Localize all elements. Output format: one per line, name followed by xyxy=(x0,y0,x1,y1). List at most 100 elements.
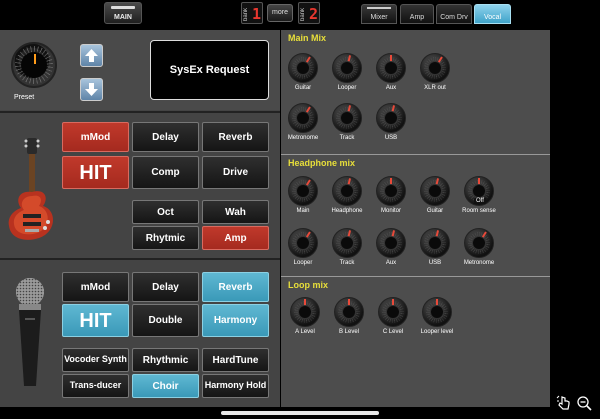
vocal-vocoder-synth-button[interactable]: Vocoder Synth xyxy=(62,348,129,372)
headphone-mix-usb-knob[interactable] xyxy=(420,228,450,258)
guitar-delay-button[interactable]: Delay xyxy=(132,122,199,152)
guitar-amp-button[interactable]: Amp xyxy=(202,226,269,250)
vocal-choir-button[interactable]: Choir xyxy=(132,374,199,398)
main-mix-track-label: Track xyxy=(339,135,355,141)
more-button[interactable]: more xyxy=(267,4,293,22)
cursor-hand-icon[interactable] xyxy=(556,395,572,411)
effects-panel: Preset SysEx Request mMod Delay Reverb H… xyxy=(0,30,280,407)
tab-mixer[interactable]: Mixer xyxy=(361,4,397,24)
knob-cap xyxy=(384,61,398,75)
knob-cap xyxy=(430,305,444,319)
bank-2-number: 2 xyxy=(308,5,318,23)
knob-cap xyxy=(472,184,486,198)
knob-cap xyxy=(340,61,354,75)
vocal-delay-button[interactable]: Delay xyxy=(132,272,199,302)
loop-mix-looper-level-label: Looper level xyxy=(420,329,454,335)
main-mix-looper-label: Looper xyxy=(337,85,357,91)
tab-vocal[interactable]: Vocal xyxy=(474,4,511,24)
vocal-double-button[interactable]: Double xyxy=(132,304,199,337)
loop-mix-b-level-label: B Level xyxy=(338,329,359,335)
main-mix-guitar-label: Guitar xyxy=(294,85,312,91)
knob-cap xyxy=(472,236,486,250)
headphone-mix-looper-label: Looper xyxy=(293,260,313,266)
tab-com-drv[interactable]: Com Drv xyxy=(436,4,472,24)
preset-knob-indicator xyxy=(34,54,36,64)
loop-mix-c-level-label: C Level xyxy=(382,329,404,335)
zoom-out-icon[interactable] xyxy=(577,396,592,411)
headphone-mix-guitar-knob[interactable] xyxy=(420,176,450,206)
headphone-mix-room-sense-label: Room sense xyxy=(462,208,496,214)
main-mix-aux-label: Aux xyxy=(385,85,397,91)
headphone-mix-room-sense-status-badge: Off xyxy=(474,198,486,204)
arrow-down-icon xyxy=(85,83,98,96)
vocal-hit-button[interactable]: HIT xyxy=(62,304,129,337)
guitar-hit-button[interactable]: HIT xyxy=(62,156,129,189)
main-mix-metronome-label: Metronome xyxy=(287,135,319,141)
vocal-harmony-hold-button[interactable]: Harmony Hold xyxy=(202,374,269,398)
headphone-mix-track-label: Track xyxy=(339,260,355,266)
bank-1-button[interactable]: bank 1 xyxy=(241,2,263,24)
knob-cap xyxy=(428,61,442,75)
headphone-mix-metronome-label: Metronome xyxy=(463,260,495,266)
headphone-mix-aux-knob[interactable] xyxy=(376,228,406,258)
sysex-request-button[interactable]: SysEx Request xyxy=(150,40,269,100)
headphone-mix-metronome-knob[interactable] xyxy=(464,228,494,258)
tab-vocal-label: Vocal xyxy=(483,14,502,21)
tab-amp[interactable]: Amp xyxy=(400,4,434,24)
tab-mixer-indicator xyxy=(367,7,391,9)
tab-amp-label: Amp xyxy=(409,14,425,21)
electric-guitar-icon xyxy=(8,138,54,240)
guitar-drive-button[interactable]: Drive xyxy=(202,156,269,189)
main-tab-indicator xyxy=(111,6,135,9)
loop-mix-a-level-knob[interactable] xyxy=(290,297,320,327)
knob-cap xyxy=(296,184,310,198)
main-mix-usb-knob[interactable] xyxy=(376,103,406,133)
main-tab-label: MAIN xyxy=(114,14,132,21)
knob-cap xyxy=(296,61,310,75)
preset-up-button[interactable] xyxy=(80,44,103,67)
main-tab[interactable]: MAIN xyxy=(104,2,142,24)
vocal-mmod-button[interactable]: mMod xyxy=(62,272,129,302)
vocal-reverb-button[interactable]: Reverb xyxy=(202,272,269,302)
knob-cap xyxy=(342,305,356,319)
bank-2-word: bank xyxy=(300,7,306,21)
main-mix-xlr-out-label: XLR out xyxy=(424,85,446,91)
knob-cap xyxy=(296,236,310,250)
bank-1-number: 1 xyxy=(251,5,261,23)
tab-mixer-label: Mixer xyxy=(370,14,388,21)
headphone-mix-title: Headphone mix xyxy=(288,158,356,168)
headphone-mix-aux-label: Aux xyxy=(385,260,397,266)
knob-cap xyxy=(428,184,442,198)
main-mix-aux-knob[interactable] xyxy=(376,53,406,83)
bank-2-button[interactable]: bank 2 xyxy=(298,2,320,24)
preset-knob[interactable] xyxy=(11,42,57,88)
guitar-mmod-button[interactable]: mMod xyxy=(62,122,129,152)
vocal-rhythmic-button[interactable]: Rhythmic xyxy=(132,348,199,372)
mixer-panel: Main Mix Headphone mix Loop mix Guitar Lo… xyxy=(281,30,550,407)
headphone-mix-main-knob[interactable] xyxy=(288,176,318,206)
vocal-hardtune-button[interactable]: HardTune xyxy=(202,348,269,372)
headphone-mix-monitor-knob[interactable] xyxy=(376,176,406,206)
home-indicator[interactable] xyxy=(221,411,379,415)
main-mix-metronome-knob[interactable] xyxy=(288,103,318,133)
main-mix-xlr-out-knob[interactable] xyxy=(420,53,450,83)
guitar-comp-button[interactable]: Comp xyxy=(132,156,199,189)
knob-cap xyxy=(340,111,354,125)
headphone-mix-guitar-label: Guitar xyxy=(426,208,444,214)
guitar-rhytmic-button[interactable]: Rhytmic xyxy=(132,226,199,250)
main-mix-guitar-knob[interactable] xyxy=(288,53,318,83)
guitar-reverb-button[interactable]: Reverb xyxy=(202,122,269,152)
loop-mix-c-level-knob[interactable] xyxy=(378,297,408,327)
headphone-mix-looper-knob[interactable] xyxy=(288,228,318,258)
headphone-mix-track-knob[interactable] xyxy=(332,228,362,258)
loop-mix-b-level-knob[interactable] xyxy=(334,297,364,327)
vocal-transducer-button[interactable]: Trans-ducer xyxy=(62,374,129,398)
headphone-mix-headphone-knob[interactable] xyxy=(332,176,362,206)
guitar-wah-button[interactable]: Wah xyxy=(202,200,269,224)
loop-mix-looper-level-knob[interactable] xyxy=(422,297,452,327)
guitar-oct-button[interactable]: Oct xyxy=(132,200,199,224)
preset-down-button[interactable] xyxy=(80,78,103,101)
main-mix-looper-knob[interactable] xyxy=(332,53,362,83)
vocal-harmony-button[interactable]: Harmony xyxy=(202,304,269,337)
main-mix-track-knob[interactable] xyxy=(332,103,362,133)
